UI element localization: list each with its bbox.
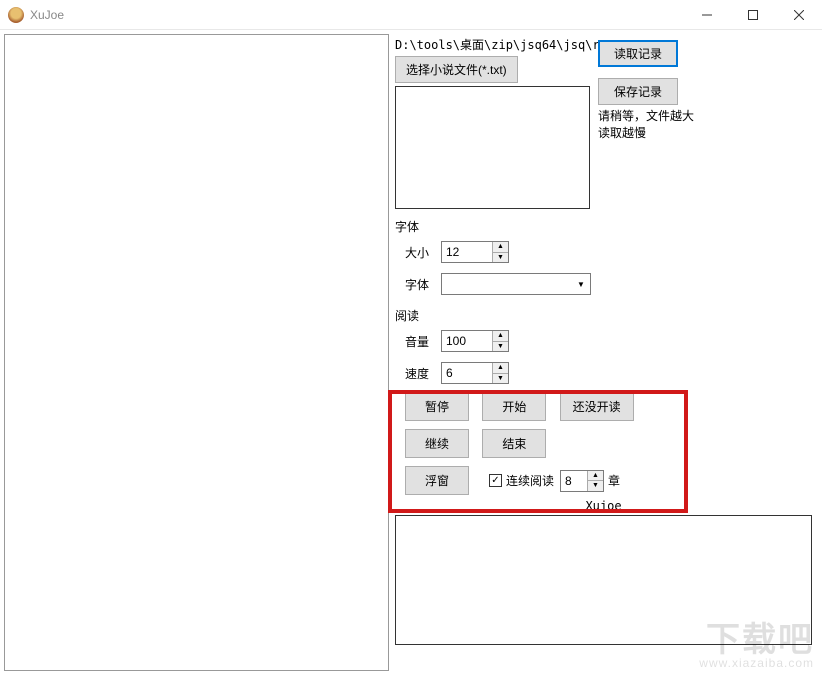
file-cluster: D:\tools\桌面\zip\jsq64\jsq\re: 选择小说文件(*.t… [395, 36, 812, 206]
spin-down-icon[interactable]: ▼ [493, 342, 508, 352]
volume-input[interactable] [442, 331, 492, 351]
wait-hint: 请稍等，文件越大读取越慢 [598, 108, 698, 142]
size-spinner[interactable]: ▲▼ [441, 241, 509, 263]
speed-input[interactable] [442, 363, 492, 383]
settings-pane: D:\tools\桌面\zip\jsq64\jsq\re: 选择小说文件(*.t… [389, 30, 822, 675]
window-title: XuJoe [30, 8, 64, 22]
spin-down-icon[interactable]: ▼ [588, 481, 603, 491]
select-file-button[interactable]: 选择小说文件(*.txt) [395, 56, 518, 83]
author-label: Xujoe [395, 499, 812, 513]
minimize-button[interactable] [684, 0, 730, 30]
continuous-label: 连续阅读 [506, 472, 554, 489]
volume-label: 音量 [405, 333, 441, 350]
continue-button[interactable]: 继续 [405, 429, 469, 458]
font-label: 字体 [405, 276, 441, 293]
chapter-spinner[interactable]: ▲▼ [560, 470, 604, 492]
save-record-button[interactable]: 保存记录 [598, 78, 678, 105]
control-row-3: 浮窗 ✓ 连续阅读 ▲▼ 章 [405, 466, 812, 495]
preview-textarea[interactable] [395, 86, 590, 209]
font-combobox[interactable]: ▼ [441, 273, 591, 295]
window-controls [684, 0, 822, 30]
spin-up-icon[interactable]: ▲ [588, 471, 603, 482]
novel-text-pane[interactable] [4, 34, 389, 671]
spin-down-icon[interactable]: ▼ [493, 374, 508, 384]
font-value [442, 274, 572, 294]
size-input[interactable] [442, 242, 492, 262]
spin-up-icon[interactable]: ▲ [493, 331, 508, 342]
content-area: D:\tools\桌面\zip\jsq64\jsq\re: 选择小说文件(*.t… [0, 30, 822, 675]
chapter-input[interactable] [561, 471, 587, 491]
output-textarea[interactable] [395, 515, 812, 645]
app-icon [8, 7, 24, 23]
control-row-1: 暂停 开始 还没开读 [405, 392, 812, 421]
speed-spinner[interactable]: ▲▼ [441, 362, 509, 384]
minimize-icon [702, 10, 712, 20]
close-button[interactable] [776, 0, 822, 30]
maximize-button[interactable] [730, 0, 776, 30]
chevron-down-icon: ▼ [572, 274, 590, 294]
volume-spinner[interactable]: ▲▼ [441, 330, 509, 352]
end-button[interactable]: 结束 [482, 429, 546, 458]
close-icon [794, 10, 804, 20]
size-label: 大小 [405, 244, 441, 261]
start-button[interactable]: 开始 [482, 392, 546, 421]
read-section-header: 阅读 [395, 307, 812, 324]
continuous-checkbox[interactable]: ✓ [489, 474, 502, 487]
pause-button[interactable]: 暂停 [405, 392, 469, 421]
font-section-header: 字体 [395, 218, 812, 235]
chapter-suffix: 章 [608, 472, 620, 489]
read-record-button[interactable]: 读取记录 [598, 40, 678, 67]
float-window-button[interactable]: 浮窗 [405, 466, 469, 495]
spin-up-icon[interactable]: ▲ [493, 242, 508, 253]
spin-up-icon[interactable]: ▲ [493, 363, 508, 374]
not-started-button[interactable]: 还没开读 [560, 392, 634, 421]
spin-down-icon[interactable]: ▼ [493, 253, 508, 263]
control-row-2: 继续 结束 [405, 429, 812, 458]
titlebar: XuJoe [0, 0, 822, 30]
speed-label: 速度 [405, 365, 441, 382]
maximize-icon [748, 10, 758, 20]
